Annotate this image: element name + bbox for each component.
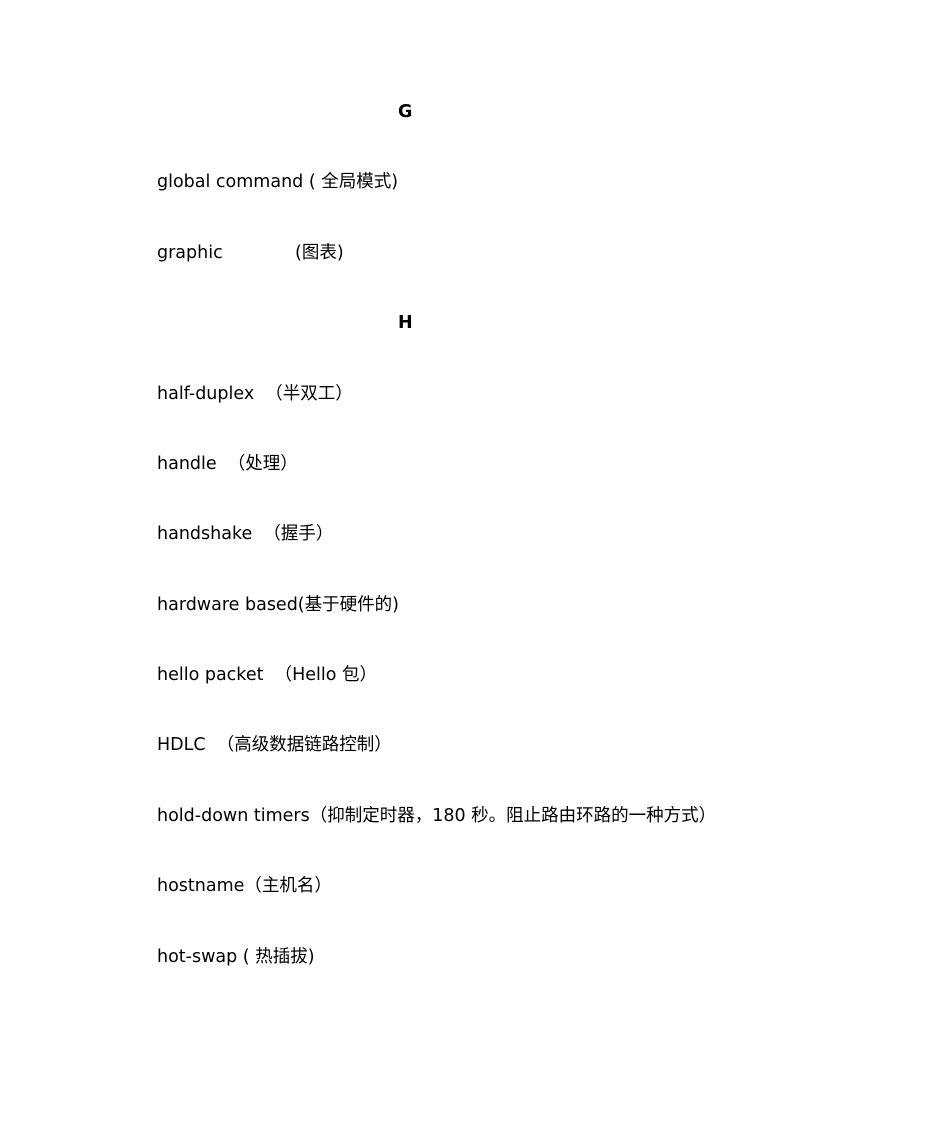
glossary-entry: HDLC （高级数据链路控制）: [157, 735, 392, 755]
section-heading-g: G: [398, 102, 413, 122]
document-page: G global command ( 全局模式) graphic (图表) H …: [0, 0, 945, 1123]
glossary-entry: hello packet （Hello 包）: [157, 665, 377, 685]
glossary-entry: hold-down timers（抑制定时器，180 秒。阻止路由环路的一种方式…: [157, 806, 717, 826]
glossary-entry: handshake （握手）: [157, 524, 334, 544]
glossary-entry: global command ( 全局模式): [157, 172, 399, 192]
glossary-entry: half-duplex （半双工）: [157, 384, 353, 404]
section-heading-h: H: [398, 313, 413, 333]
glossary-entry: hostname（主机名）: [157, 876, 332, 896]
glossary-entry: hardware based(基于硬件的): [157, 595, 399, 615]
glossary-entry: graphic (图表): [157, 243, 344, 263]
glossary-entry: handle （处理）: [157, 454, 298, 474]
glossary-entry: hot-swap ( 热插拔): [157, 947, 315, 967]
